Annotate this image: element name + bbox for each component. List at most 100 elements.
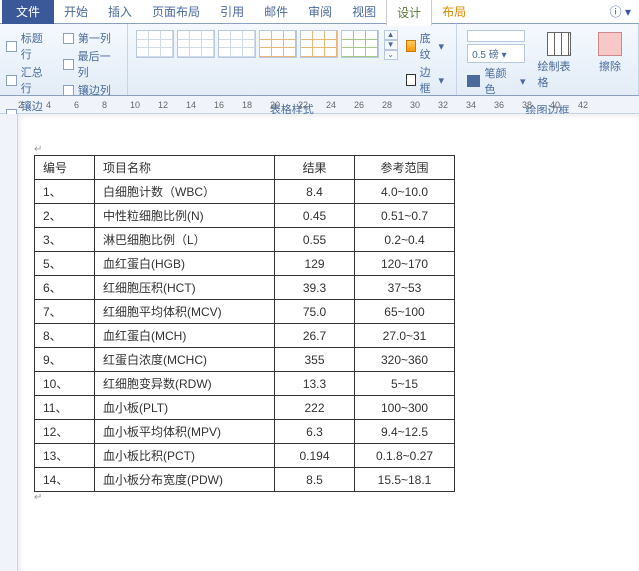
cell-name[interactable]: 红细胞平均体积(MCV) (95, 300, 275, 324)
tab-file[interactable]: 文件 (2, 0, 54, 24)
cell-num[interactable]: 9、 (35, 348, 95, 372)
cell-result[interactable]: 6.3 (275, 420, 355, 444)
style-up-icon[interactable]: ▲ (384, 30, 398, 40)
erase-button[interactable]: 擦除 (592, 30, 628, 97)
cell-result[interactable]: 222 (275, 396, 355, 420)
opt-banded-col[interactable]: 镶边列 (63, 82, 121, 98)
cell-range[interactable]: 120~170 (355, 252, 455, 276)
opt-total-row[interactable]: 汇总行 (6, 64, 53, 96)
cell-range[interactable]: 0.1.8~0.27 (355, 444, 455, 468)
cell-name[interactable]: 红细胞变异数(RDW) (95, 372, 275, 396)
cell-num[interactable]: 10、 (35, 372, 95, 396)
cell-range[interactable]: 0.51~0.7 (355, 204, 455, 228)
style-thumb[interactable] (218, 30, 256, 58)
cell-num[interactable]: 14、 (35, 468, 95, 492)
cell-name[interactable]: 红细胞压积(HCT) (95, 276, 275, 300)
table-row: 2、中性粒细胞比例(N)0.450.51~0.7 (35, 204, 455, 228)
cell-num[interactable]: 6、 (35, 276, 95, 300)
cell-result[interactable]: 13.3 (275, 372, 355, 396)
cell-result[interactable]: 8.4 (275, 180, 355, 204)
cell-num[interactable]: 12、 (35, 420, 95, 444)
cell-name[interactable]: 血红蛋白(MCH) (95, 324, 275, 348)
cell-name[interactable]: 血小板(PLT) (95, 396, 275, 420)
cell-name[interactable]: 血小板平均体积(MPV) (95, 420, 275, 444)
style-thumb[interactable] (177, 30, 215, 58)
cell-result[interactable]: 0.45 (275, 204, 355, 228)
table-row: 6、红细胞压积(HCT)39.337~53 (35, 276, 455, 300)
cell-num[interactable]: 2、 (35, 204, 95, 228)
cell-name[interactable]: 血小板分布宽度(PDW) (95, 468, 275, 492)
help-icon[interactable]: ⓘ ▾ (610, 3, 631, 20)
tab-insert[interactable]: 插入 (98, 0, 142, 24)
group-style-options: 标题行 汇总行 镶边行 第一列 最后一列 镶边列 表格样式选项 (0, 24, 128, 95)
cell-num[interactable]: 11、 (35, 396, 95, 420)
tab-design[interactable]: 设计 (386, 0, 432, 26)
header-range[interactable]: 参考范围 (355, 156, 455, 180)
cell-range[interactable]: 15.5~18.1 (355, 468, 455, 492)
style-down-icon[interactable]: ▼ (384, 40, 398, 50)
cell-num[interactable]: 8、 (35, 324, 95, 348)
cell-range[interactable]: 65~100 (355, 300, 455, 324)
header-result[interactable]: 结果 (275, 156, 355, 180)
cell-name[interactable]: 白细胞计数（WBC） (95, 180, 275, 204)
cell-num[interactable]: 1、 (35, 180, 95, 204)
cell-name[interactable]: 血红蛋白(HGB) (95, 252, 275, 276)
cell-result[interactable]: 75.0 (275, 300, 355, 324)
tab-mail[interactable]: 邮件 (254, 0, 298, 24)
style-thumb[interactable] (136, 30, 174, 58)
tab-page-layout[interactable]: 页面布局 (142, 0, 210, 24)
cell-result[interactable]: 0.55 (275, 228, 355, 252)
pen-color-button[interactable]: 笔颜色 ▾ (467, 65, 525, 97)
draw-table-icon (547, 32, 571, 56)
cell-result[interactable]: 39.3 (275, 276, 355, 300)
tab-start[interactable]: 开始 (54, 0, 98, 24)
cell-range[interactable]: 37~53 (355, 276, 455, 300)
style-thumb[interactable] (259, 30, 297, 58)
cell-result[interactable]: 8.5 (275, 468, 355, 492)
header-name[interactable]: 项目名称 (95, 156, 275, 180)
paragraph-mark: ↵ (34, 144, 629, 155)
tab-review[interactable]: 审阅 (298, 0, 342, 24)
tab-view[interactable]: 视图 (342, 0, 386, 24)
header-num[interactable]: 编号 (35, 156, 95, 180)
cell-range[interactable]: 4.0~10.0 (355, 180, 455, 204)
shading-button[interactable]: 底纹 ▾ (406, 30, 445, 62)
pen-icon (467, 75, 480, 87)
cell-range[interactable]: 27.0~31 (355, 324, 455, 348)
tab-table-layout[interactable]: 布局 (432, 0, 476, 24)
cell-num[interactable]: 3、 (35, 228, 95, 252)
cell-range[interactable]: 100~300 (355, 396, 455, 420)
cell-range[interactable]: 320~360 (355, 348, 455, 372)
opt-header-row[interactable]: 标题行 (6, 30, 53, 62)
shading-icon (406, 40, 416, 52)
styles-gallery: ▲ ▼ ⌄ (134, 26, 400, 100)
style-more-icon[interactable]: ⌄ (384, 50, 398, 60)
cell-range[interactable]: 0.2~0.4 (355, 228, 455, 252)
opt-last-col[interactable]: 最后一列 (63, 48, 121, 80)
cell-name[interactable]: 中性粒细胞比例(N) (95, 204, 275, 228)
cell-result[interactable]: 129 (275, 252, 355, 276)
cell-name[interactable]: 淋巴细胞比例（L） (95, 228, 275, 252)
cell-result[interactable]: 26.7 (275, 324, 355, 348)
tab-references[interactable]: 引用 (210, 0, 254, 24)
style-thumb[interactable] (341, 30, 379, 58)
cell-result[interactable]: 355 (275, 348, 355, 372)
line-style-select[interactable] (467, 30, 525, 42)
cell-result[interactable]: 0.194 (275, 444, 355, 468)
ribbon-body: 标题行 汇总行 镶边行 第一列 最后一列 镶边列 表格样式选项 ▲ (0, 24, 639, 96)
ruler-vertical[interactable] (0, 114, 18, 571)
cell-num[interactable]: 13、 (35, 444, 95, 468)
cell-name[interactable]: 红蛋白浓度(MCHC) (95, 348, 275, 372)
cell-num[interactable]: 5、 (35, 252, 95, 276)
style-tools: 底纹 ▾ 边框 ▾ (400, 26, 451, 100)
cell-name[interactable]: 血小板比积(PCT) (95, 444, 275, 468)
line-weight-select[interactable]: 0.5 磅 ▾ (467, 44, 525, 63)
draw-table-button[interactable]: 绘制表格 (532, 30, 586, 97)
cell-num[interactable]: 7、 (35, 300, 95, 324)
style-nav: ▲ ▼ ⌄ (384, 30, 398, 60)
cell-range[interactable]: 9.4~12.5 (355, 420, 455, 444)
style-thumb[interactable] (300, 30, 338, 58)
cell-range[interactable]: 5~15 (355, 372, 455, 396)
border-button[interactable]: 边框 ▾ (406, 64, 445, 96)
opt-first-col[interactable]: 第一列 (63, 30, 121, 46)
